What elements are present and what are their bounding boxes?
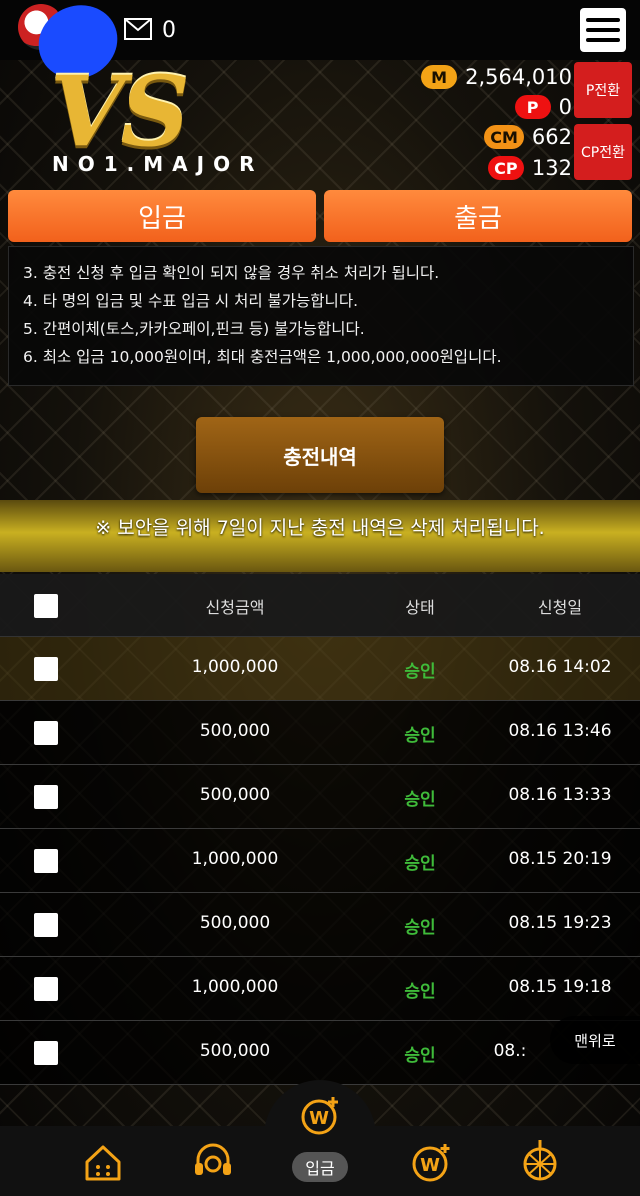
table-row: 500,000 승인 08.15 19:23: [0, 893, 640, 957]
hamburger-menu-button[interactable]: [580, 8, 626, 52]
p-badge: P: [514, 95, 551, 119]
row-date: 08.15 20:19: [508, 849, 612, 869]
headset-icon[interactable]: [190, 1140, 236, 1186]
balance-p: P 0: [514, 92, 572, 122]
balance-p-value: 0: [558, 95, 572, 119]
balance-cm: CM 662: [484, 122, 572, 152]
table-row: 500,000 승인 08.16 13:46: [0, 701, 640, 765]
row-checkbox[interactable]: [34, 977, 58, 1001]
row-status: 승인: [404, 726, 436, 746]
disco-ball-icon[interactable]: [518, 1138, 562, 1186]
charge-history-button[interactable]: 충전내역: [196, 417, 444, 493]
mail-count: 0: [162, 18, 176, 43]
nav-deposit-label[interactable]: 입금: [292, 1152, 348, 1182]
header-amount: 신청금액: [205, 598, 265, 617]
row-checkbox[interactable]: [34, 1041, 58, 1065]
row-amount: 500,000: [199, 1041, 271, 1061]
top-bar: 0: [0, 0, 640, 92]
header-date: 신청일: [537, 598, 583, 617]
balance-m-value: 2,564,010: [465, 65, 572, 89]
select-all-checkbox[interactable]: [34, 594, 58, 618]
m-badge: M: [421, 65, 458, 89]
home-icon[interactable]: [82, 1142, 124, 1184]
row-status: 승인: [404, 982, 436, 1002]
row-amount: 500,000: [199, 721, 271, 741]
row-checkbox[interactable]: [34, 657, 58, 681]
row-date: 08.15 19:23: [508, 913, 612, 933]
row-amount: 500,000: [199, 913, 271, 933]
table-row: 1,000,000 승인 08.16 14:02: [0, 637, 640, 701]
header-status: 상태: [405, 598, 435, 617]
cp-badge: CP: [487, 156, 524, 180]
table-row: 1,000,000 승인 08.15 20:19: [0, 829, 640, 893]
row-date: 08.:: [493, 1041, 527, 1061]
row-checkbox[interactable]: [34, 721, 58, 745]
table-body: 1,000,000 승인 08.16 14:02 500,000 승인 08.1…: [0, 637, 640, 1085]
withdraw-tab-button[interactable]: 출금: [324, 190, 632, 242]
security-note: ※ 보안을 위해 7일이 지난 충전 내역은 삭제 처리됩니다.: [95, 517, 545, 539]
row-checkbox[interactable]: [34, 849, 58, 873]
notice-line: 4. 타 명의 입금 및 수표 입금 시 처리 불가능합니다.: [23, 292, 358, 310]
table-row: 500,000 승인 08.16 13:33: [0, 765, 640, 829]
scroll-top-button[interactable]: 맨위로: [550, 1016, 640, 1064]
row-amount: 1,000,000: [191, 849, 279, 869]
balance-cp-value: 132: [531, 156, 572, 180]
row-status: 승인: [404, 790, 436, 810]
row-amount: 1,000,000: [191, 657, 279, 677]
notice-line: 6. 최소 입금 10,000원이며, 최대 충전금액은 1,000,000,0…: [23, 348, 502, 366]
menu-line: [586, 18, 620, 22]
logo-text: VS: [50, 55, 190, 168]
row-amount: 1,000,000: [191, 977, 279, 997]
row-checkbox[interactable]: [34, 913, 58, 937]
row-status: 승인: [404, 662, 436, 682]
row-status: 승인: [404, 918, 436, 938]
balance-m: M 2,564,010: [421, 62, 572, 92]
svg-text:W: W: [420, 1155, 440, 1176]
p-convert-button[interactable]: P전환: [574, 62, 632, 118]
row-status: 승인: [404, 1046, 436, 1066]
svg-text:W: W: [309, 1108, 329, 1129]
deposit-tab-button[interactable]: 입금: [8, 190, 316, 242]
row-checkbox[interactable]: [34, 785, 58, 809]
wallet-plus-icon[interactable]: W: [300, 1094, 342, 1136]
cm-badge: CM: [484, 125, 524, 149]
table-header: 신청금액 상태 신청일: [0, 574, 640, 637]
balance-panel: M 2,564,010 P 0 CM 662 CP 132 P전환 CP전환: [420, 60, 640, 185]
row-date: 08.16 13:33: [508, 785, 612, 805]
row-date: 08.15 19:18: [508, 977, 612, 997]
menu-line: [586, 38, 620, 42]
row-status: 승인: [404, 854, 436, 874]
row-date: 08.16 13:46: [508, 721, 612, 741]
mail-icon[interactable]: [124, 18, 152, 40]
notice-line: 5. 간편이체(토스,카카오페이,핀크 등) 불가능합니다.: [23, 320, 365, 338]
balance-cp: CP 132: [487, 153, 572, 183]
table-row: 500,000 승인 08.:: [0, 1021, 640, 1085]
logo-subtitle: NO1.MAJOR: [52, 152, 264, 176]
cp-convert-button[interactable]: CP전환: [574, 124, 632, 180]
menu-line: [586, 28, 620, 32]
row-date: 08.16 14:02: [508, 657, 612, 677]
notice-line: 3. 충전 신청 후 입금 확인이 되지 않을 경우 취소 처리가 됩니다.: [23, 264, 440, 282]
balance-cm-value: 662: [531, 125, 572, 149]
notice-box: 3. 충전 신청 후 입금 확인이 되지 않을 경우 취소 처리가 됩니다. 4…: [8, 246, 634, 386]
row-amount: 500,000: [199, 785, 271, 805]
table-row: 1,000,000 승인 08.15 19:18: [0, 957, 640, 1021]
history-table: 신청금액 상태 신청일 1,000,000 승인 08.16 14:02 500…: [0, 574, 640, 1085]
wallet-icon[interactable]: W: [410, 1140, 454, 1184]
logo[interactable]: VS NO1.MAJOR: [0, 60, 420, 185]
